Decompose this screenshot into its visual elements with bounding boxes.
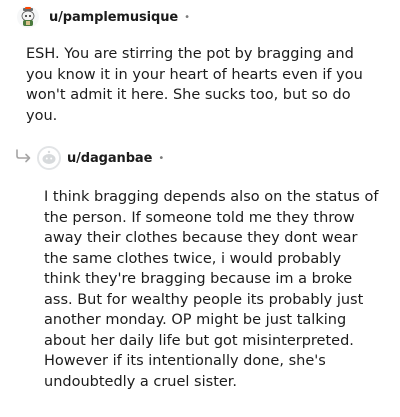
comment-header: u/pamplemusique • xyxy=(17,5,190,29)
author-username[interactable]: u/pamplemusique xyxy=(49,10,178,25)
comment-header: u/daganbae • xyxy=(37,146,164,170)
meta-separator: • xyxy=(184,11,190,23)
meta-separator: • xyxy=(158,152,165,164)
comment-body: ESH. You are stirring the pot by braggin… xyxy=(26,46,363,124)
avatar[interactable] xyxy=(17,6,39,28)
default-avatar-icon xyxy=(39,148,59,168)
snoo-avatar-icon xyxy=(21,7,35,26)
avatar[interactable] xyxy=(37,146,61,170)
comment-body: I think bragging depends also on the sta… xyxy=(44,189,379,390)
reply-arrow-icon xyxy=(16,149,31,163)
author-username[interactable]: u/daganbae xyxy=(67,151,152,166)
